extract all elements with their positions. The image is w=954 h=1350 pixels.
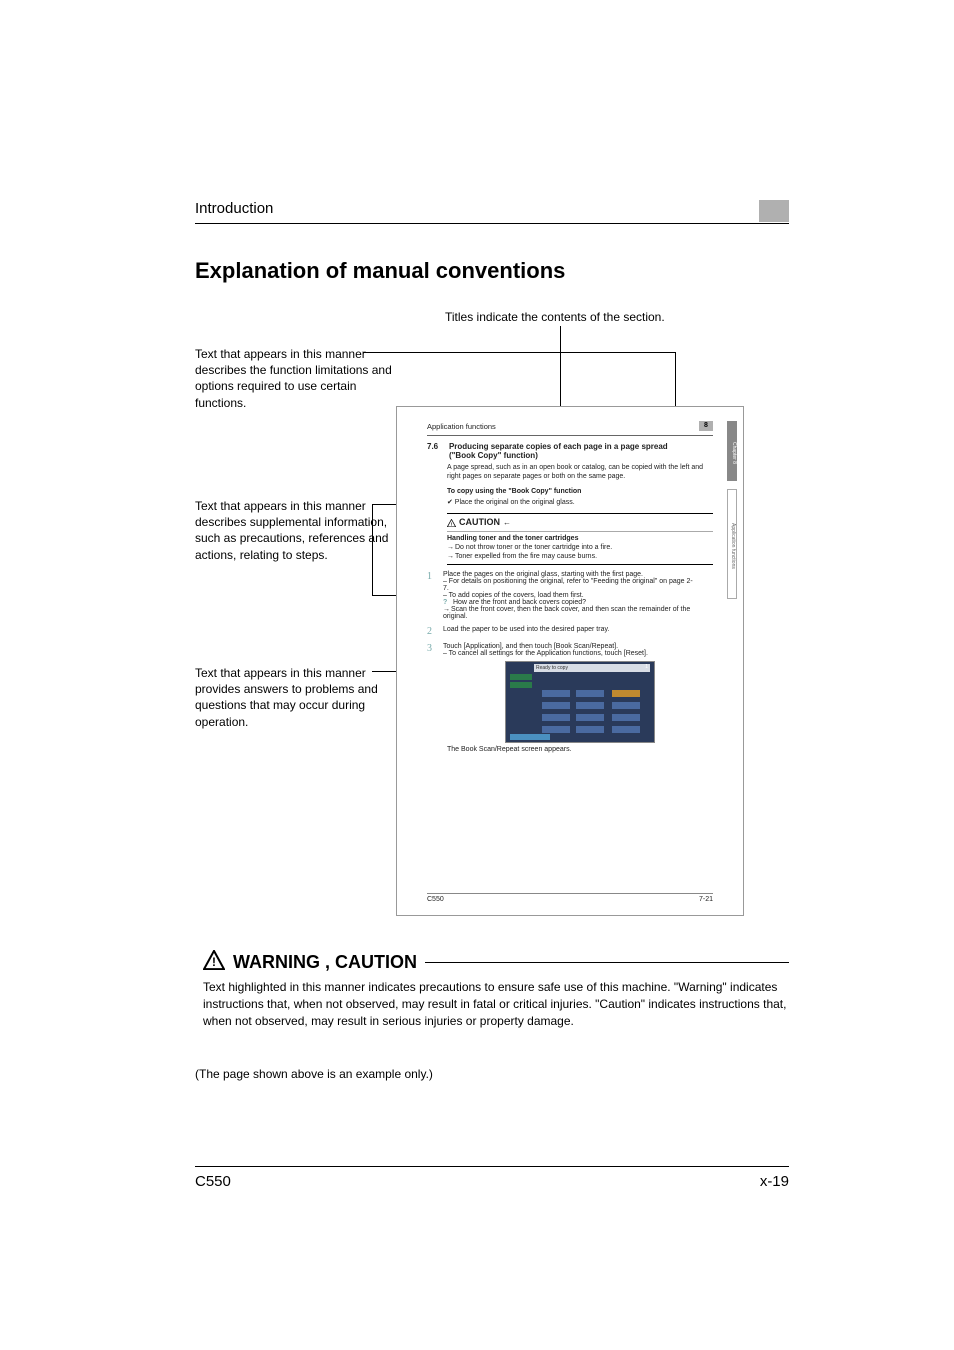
leader-line <box>363 352 675 353</box>
blue-button <box>576 690 604 697</box>
sample-body-text: A page spread, such as in an open book o… <box>447 463 713 481</box>
bottom-tabs <box>510 734 550 740</box>
blue-button <box>576 726 604 733</box>
after-screenshot-text: The Book Scan/Repeat screen appears. <box>447 746 713 753</box>
caution-subtitle: Handling toner and the toner cartridges <box>447 534 713 543</box>
page-header: Introduction <box>195 200 789 224</box>
caution-line: Do not throw toner or the toner cartridg… <box>455 544 612 551</box>
step-number: 1 <box>427 571 441 582</box>
sample-footer-left: C550 <box>427 896 444 903</box>
sample-manual-page: Chapter 8 Application functions Applicat… <box>396 406 744 916</box>
svg-text:!: ! <box>451 522 453 527</box>
step3-text: Touch [Application], and then touch [Boo… <box>443 643 618 650</box>
step1-text: Place the pages on the original glass, s… <box>443 571 643 578</box>
arrow-right-icon: → <box>447 552 455 561</box>
titles-caption: Titles indicate the contents of the sect… <box>445 310 665 324</box>
sample-check-line: ✔ Place the original on the original gla… <box>447 498 713 507</box>
step3a-text: To cancel all settings for the Applicati… <box>449 650 648 657</box>
sample-section-title: Producing separate copies of each page i… <box>449 442 689 460</box>
callout-supplemental: Text that appears in this manner describ… <box>195 498 395 563</box>
count-label: 1 <box>645 664 648 671</box>
warning-title: WARNING , CAUTION <box>233 952 417 973</box>
green-button <box>510 674 532 680</box>
step-number: 2 <box>427 626 441 637</box>
warning-triangle-icon: ! <box>203 950 225 975</box>
caution-label: CAUTION <box>459 517 500 529</box>
blue-button <box>612 714 640 721</box>
chapter-number-box: 8 <box>699 421 713 431</box>
horizontal-rule <box>425 962 789 963</box>
page-tab <box>759 200 789 222</box>
sample-caution-box: ! CAUTION ← Handling toner and the toner… <box>447 513 713 565</box>
step1ans-text: Scan the front cover, then the back cove… <box>443 606 690 620</box>
page-footer: C550 x-19 <box>195 1166 789 1190</box>
step-number: 3 <box>427 643 441 654</box>
blue-button <box>576 714 604 721</box>
step1q-text: How are the front and back covers copied… <box>453 599 586 606</box>
sample-footer-right: 7-21 <box>699 896 713 903</box>
step1a-text: For details on positioning the original,… <box>443 578 693 592</box>
blue-button <box>542 714 570 721</box>
blue-button <box>542 726 570 733</box>
warning-block: ! WARNING , CAUTION Text highlighted in … <box>203 950 789 1029</box>
arrow-right-icon: → <box>447 543 455 552</box>
blue-button <box>576 702 604 709</box>
sample-section-number: 7.6 <box>427 442 447 451</box>
arrow-right-icon: → <box>443 606 451 613</box>
side-tab-section: Application functions <box>727 489 737 599</box>
side-tab-chapter: Chapter 8 <box>727 421 737 481</box>
blue-button <box>542 702 570 709</box>
blue-button <box>542 690 570 697</box>
callout-functions: Text that appears in this manner describ… <box>195 346 395 411</box>
orange-button <box>612 690 640 697</box>
svg-text:!: ! <box>212 955 216 969</box>
arrow-left-icon: ← <box>503 518 511 528</box>
green-button <box>510 682 532 688</box>
question-mark-icon: ? <box>443 599 453 606</box>
blue-button <box>612 702 640 709</box>
sample-header-text: Application functions <box>427 422 496 431</box>
section-title: Explanation of manual conventions <box>195 258 789 284</box>
footer-page-number: x-19 <box>760 1173 789 1190</box>
example-note: (The page shown above is an example only… <box>195 1067 789 1081</box>
warning-description: Text highlighted in this manner indicate… <box>203 979 789 1029</box>
step1b-text: To add copies of the covers, load them f… <box>449 592 584 599</box>
sample-subhead: To copy using the "Book Copy" function <box>447 487 713 496</box>
warning-triangle-icon: ! <box>447 519 456 527</box>
blue-button <box>612 726 640 733</box>
caution-line: Toner expelled from the fire may cause b… <box>455 553 597 560</box>
step2-text: Load the paper to be used into the desir… <box>443 626 693 633</box>
leader-line <box>372 504 373 595</box>
ready-to-copy-bar: Ready to copy <box>534 664 650 672</box>
sample-touchscreen-mock: Ready to copy 1 <box>505 661 655 743</box>
callout-answers: Text that appears in this manner provide… <box>195 665 395 730</box>
conventions-diagram: Titles indicate the contents of the sect… <box>195 310 789 930</box>
footer-model: C550 <box>195 1173 231 1190</box>
